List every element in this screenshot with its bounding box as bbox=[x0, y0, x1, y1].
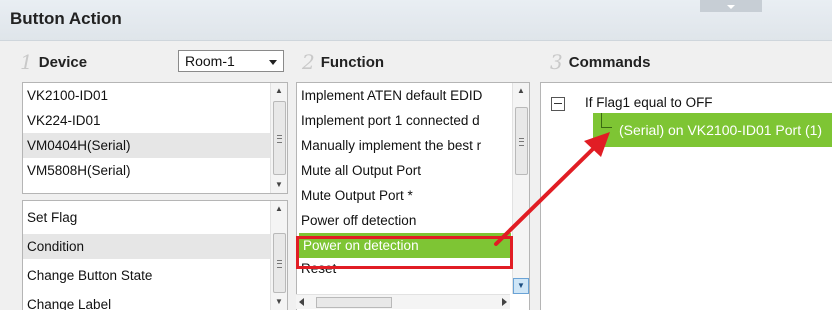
chevron-down-icon bbox=[269, 60, 277, 69]
action-item[interactable]: Condition bbox=[23, 234, 287, 259]
function-list-scrollbar[interactable]: ▲ ▼ bbox=[512, 83, 529, 294]
device-item[interactable]: VK224-ID01 bbox=[23, 108, 287, 133]
function-item[interactable]: Mute all Output Port bbox=[297, 158, 529, 183]
device-list-scrollbar[interactable]: ▲ ▼ bbox=[270, 83, 287, 193]
title-bar: Button Action bbox=[0, 0, 832, 41]
scroll-thumb[interactable] bbox=[273, 233, 286, 293]
function-item[interactable]: Mute Output Port * bbox=[297, 183, 529, 208]
action-list[interactable]: Set Flag Condition Change Button State C… bbox=[22, 200, 288, 310]
command-condition[interactable]: If Flag1 equal to OFF bbox=[585, 92, 713, 114]
device-item[interactable]: VM5808H(Serial) bbox=[23, 158, 287, 183]
collapse-icon[interactable] bbox=[551, 97, 565, 111]
device-item[interactable]: VM0404H(Serial) bbox=[23, 133, 287, 158]
step-number: 3 bbox=[550, 50, 563, 74]
action-item[interactable]: Change Label bbox=[23, 292, 287, 310]
function-column-header: 2 Function bbox=[302, 46, 384, 78]
action-list-scrollbar[interactable]: ▲ ▼ bbox=[270, 201, 287, 310]
function-item[interactable]: Implement port 1 connected d bbox=[297, 108, 529, 133]
scroll-left-icon[interactable] bbox=[299, 298, 304, 306]
room-select-value: Room-1 bbox=[185, 53, 235, 69]
step-number: 1 bbox=[20, 50, 33, 74]
device-item[interactable]: VK2100-ID01 bbox=[23, 83, 287, 108]
function-header-label: Function bbox=[320, 53, 385, 71]
device-list[interactable]: VK2100-ID01 VK224-ID01 VM0404H(Serial) V… bbox=[22, 82, 288, 194]
scroll-down-icon[interactable]: ▼ bbox=[271, 294, 287, 310]
scroll-up-icon[interactable]: ▲ bbox=[513, 83, 529, 99]
scroll-right-icon[interactable] bbox=[502, 298, 507, 306]
scroll-up-icon[interactable]: ▲ bbox=[271, 201, 287, 217]
function-item[interactable]: Power off detection bbox=[297, 208, 529, 233]
action-item[interactable]: Set Flag bbox=[23, 205, 287, 230]
scroll-thumb[interactable] bbox=[273, 101, 286, 175]
device-column-header: 1 Device bbox=[20, 46, 87, 78]
room-select[interactable]: Room-1 bbox=[178, 50, 284, 72]
action-item[interactable]: Change Button State bbox=[23, 263, 287, 288]
scroll-thumb[interactable] bbox=[515, 107, 528, 175]
panel-title: Button Action bbox=[10, 9, 122, 28]
command-item-selected[interactable]: (Serial) on VK2100-ID01 Port (1) bbox=[593, 113, 832, 147]
function-list-hscrollbar[interactable] bbox=[296, 294, 510, 309]
device-header-label: Device bbox=[38, 53, 88, 71]
scroll-down-icon[interactable]: ▼ bbox=[513, 278, 529, 294]
function-item[interactable]: Manually implement the best r bbox=[297, 133, 529, 158]
scroll-up-icon[interactable]: ▲ bbox=[271, 83, 287, 99]
function-item[interactable]: Reset bbox=[297, 258, 529, 280]
scroll-thumb[interactable] bbox=[316, 297, 392, 308]
tree-connector bbox=[601, 113, 612, 128]
step-number: 2 bbox=[302, 50, 315, 74]
scroll-down-icon[interactable]: ▼ bbox=[271, 177, 287, 193]
commands-column-header: 3 Commands bbox=[550, 46, 650, 78]
commands-panel[interactable]: If Flag1 equal to OFF (Serial) on VK2100… bbox=[540, 82, 832, 310]
commands-header-label: Commands bbox=[568, 53, 651, 71]
collapse-handle[interactable] bbox=[700, 0, 762, 12]
function-item-selected[interactable]: Power on detection bbox=[299, 233, 511, 258]
function-list[interactable]: Implement ATEN default EDID Implement po… bbox=[296, 82, 530, 310]
function-item[interactable]: Implement ATEN default EDID bbox=[297, 83, 529, 108]
